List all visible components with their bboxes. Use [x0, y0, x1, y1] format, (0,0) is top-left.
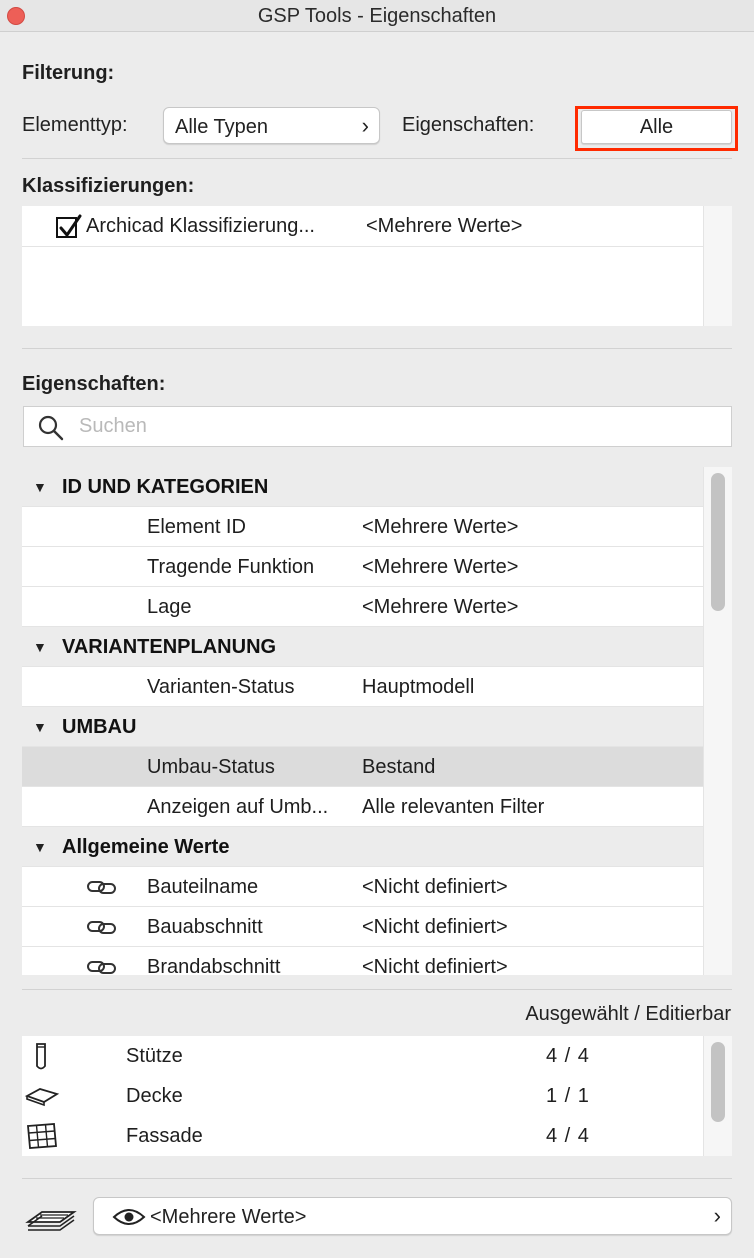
group-name: ID UND KATEGORIEN [62, 476, 269, 498]
element-type-value: Alle Typen [175, 116, 269, 138]
selection-list: Stütze 4 / 4 Decke 1 / 1 Fassade 4 / 4 [22, 1036, 732, 1156]
properties-list: ▼ ID UND KATEGORIEN Element ID <Mehrere … [22, 467, 732, 975]
classifications-list: Archicad Klassifizierung... <Mehrere Wer… [22, 206, 732, 326]
classifications-heading: Klassifizierungen: [22, 175, 195, 197]
link-icon [87, 921, 116, 934]
property-name: Tragende Funktion [147, 556, 315, 578]
layer-combination-dropdown[interactable]: <Mehrere Werte> › [93, 1197, 732, 1235]
property-name: Element ID [147, 516, 246, 538]
selection-row[interactable]: Fassade 4 / 4 [22, 1116, 702, 1156]
group-renovation[interactable]: ▼ UMBAU [22, 707, 703, 747]
group-variant-planning[interactable]: ▼ VARIANTENPLANUNG [22, 627, 703, 667]
curtain-wall-icon [27, 1123, 57, 1149]
property-name: Brandabschnitt [147, 956, 281, 975]
disclosure-triangle-icon: ▼ [33, 719, 47, 735]
property-row[interactable]: Brandabschnitt <Nicht definiert> [22, 947, 703, 975]
group-name: Allgemeine Werte [62, 836, 230, 858]
property-name: Umbau-Status [147, 756, 275, 778]
property-row[interactable]: Varianten-Status Hauptmodell [22, 667, 703, 707]
selection-row[interactable]: Stütze 4 / 4 [22, 1036, 702, 1076]
property-row[interactable]: Element ID <Mehrere Werte> [22, 507, 703, 547]
chevron-right-icon: › [713, 1203, 721, 1228]
properties-filter-label: Eigenschaften: [402, 114, 535, 136]
group-general-values[interactable]: ▼ Allgemeine Werte [22, 827, 703, 867]
property-name: Varianten-Status [147, 676, 295, 698]
property-name: Bauabschnitt [147, 916, 263, 938]
property-value: Bestand [362, 756, 436, 778]
property-row[interactable]: Tragende Funktion <Mehrere Werte> [22, 547, 703, 587]
disclosure-triangle-icon: ▼ [33, 639, 47, 655]
property-row-selected[interactable]: Umbau-Status Bestand [22, 747, 703, 787]
selection-count: 4 / 4 [546, 1045, 590, 1067]
classifications-scrollbar[interactable] [703, 206, 732, 326]
search-icon [38, 415, 64, 441]
separator [22, 1178, 732, 1179]
property-name: Lage [147, 596, 192, 618]
property-row[interactable]: Bauteilname <Nicht definiert> [22, 867, 703, 907]
properties-filter-dropdown[interactable]: Alle [581, 110, 732, 144]
selection-name: Stütze [126, 1045, 183, 1067]
selection-scroll-thumb[interactable] [711, 1042, 725, 1122]
property-value: <Nicht definiert> [362, 916, 508, 938]
filter-heading: Filterung: [22, 62, 115, 84]
properties-scrollbar[interactable] [703, 467, 732, 975]
layers-icon[interactable] [24, 1200, 78, 1236]
disclosure-triangle-icon: ▼ [33, 839, 47, 855]
selection-name: Decke [126, 1085, 183, 1107]
classification-name: Archicad Klassifizierung... [86, 215, 315, 237]
element-type-dropdown[interactable]: Alle Typen › [163, 107, 380, 144]
property-row[interactable]: Anzeigen auf Umb... Alle relevanten Filt… [22, 787, 703, 827]
selection-count: 1 / 1 [546, 1085, 590, 1107]
property-value: Hauptmodell [362, 676, 475, 698]
property-value: Alle relevanten Filter [362, 796, 545, 818]
selection-row[interactable]: Decke 1 / 1 [22, 1076, 702, 1116]
property-name: Anzeigen auf Umb... [147, 796, 329, 818]
chevron-right-icon: › [361, 112, 369, 138]
property-row[interactable]: Lage <Mehrere Werte> [22, 587, 703, 627]
group-name: VARIANTENPLANUNG [62, 636, 277, 658]
group-id-categories[interactable]: ▼ ID UND KATEGORIEN [22, 467, 703, 507]
properties-filter-value: Alle [639, 116, 674, 138]
separator [22, 158, 732, 159]
classification-value: <Mehrere Werte> [366, 215, 523, 237]
group-name: UMBAU [62, 716, 137, 738]
selection-scrollbar[interactable] [703, 1036, 732, 1156]
property-value: <Nicht definiert> [362, 956, 508, 975]
property-value: <Mehrere Werte> [362, 556, 519, 578]
link-icon [87, 881, 116, 894]
property-name: Bauteilname [147, 876, 259, 898]
separator [22, 348, 732, 349]
property-value: <Nicht definiert> [362, 876, 508, 898]
classification-row[interactable]: Archicad Klassifizierung... <Mehrere Wer… [22, 206, 703, 247]
element-type-label: Elementtyp: [22, 114, 128, 136]
separator [22, 989, 732, 990]
property-value: <Mehrere Werte> [362, 516, 519, 538]
column-icon [36, 1043, 46, 1070]
search-placeholder: Suchen [79, 415, 147, 437]
title-bar: GSP Tools - Eigenschaften [0, 0, 754, 32]
property-value: <Mehrere Werte> [362, 596, 519, 618]
disclosure-triangle-icon: ▼ [33, 479, 47, 495]
slab-icon [24, 1088, 60, 1107]
selection-name: Fassade [126, 1125, 203, 1147]
selection-count: 4 / 4 [546, 1125, 590, 1147]
eye-icon [112, 1209, 146, 1225]
link-icon [87, 961, 116, 974]
selection-header: Ausgewählt / Editierbar [525, 1003, 731, 1025]
classification-checkbox[interactable] [56, 214, 82, 238]
layer-combination-value: <Mehrere Werte> [150, 1206, 307, 1228]
properties-heading: Eigenschaften: [22, 373, 166, 395]
search-input[interactable]: Suchen [23, 406, 732, 447]
properties-scroll-thumb[interactable] [711, 473, 725, 611]
window-title: GSP Tools - Eigenschaften [257, 5, 497, 27]
checkmark-icon [59, 214, 82, 238]
property-row[interactable]: Bauabschnitt <Nicht definiert> [22, 907, 703, 947]
